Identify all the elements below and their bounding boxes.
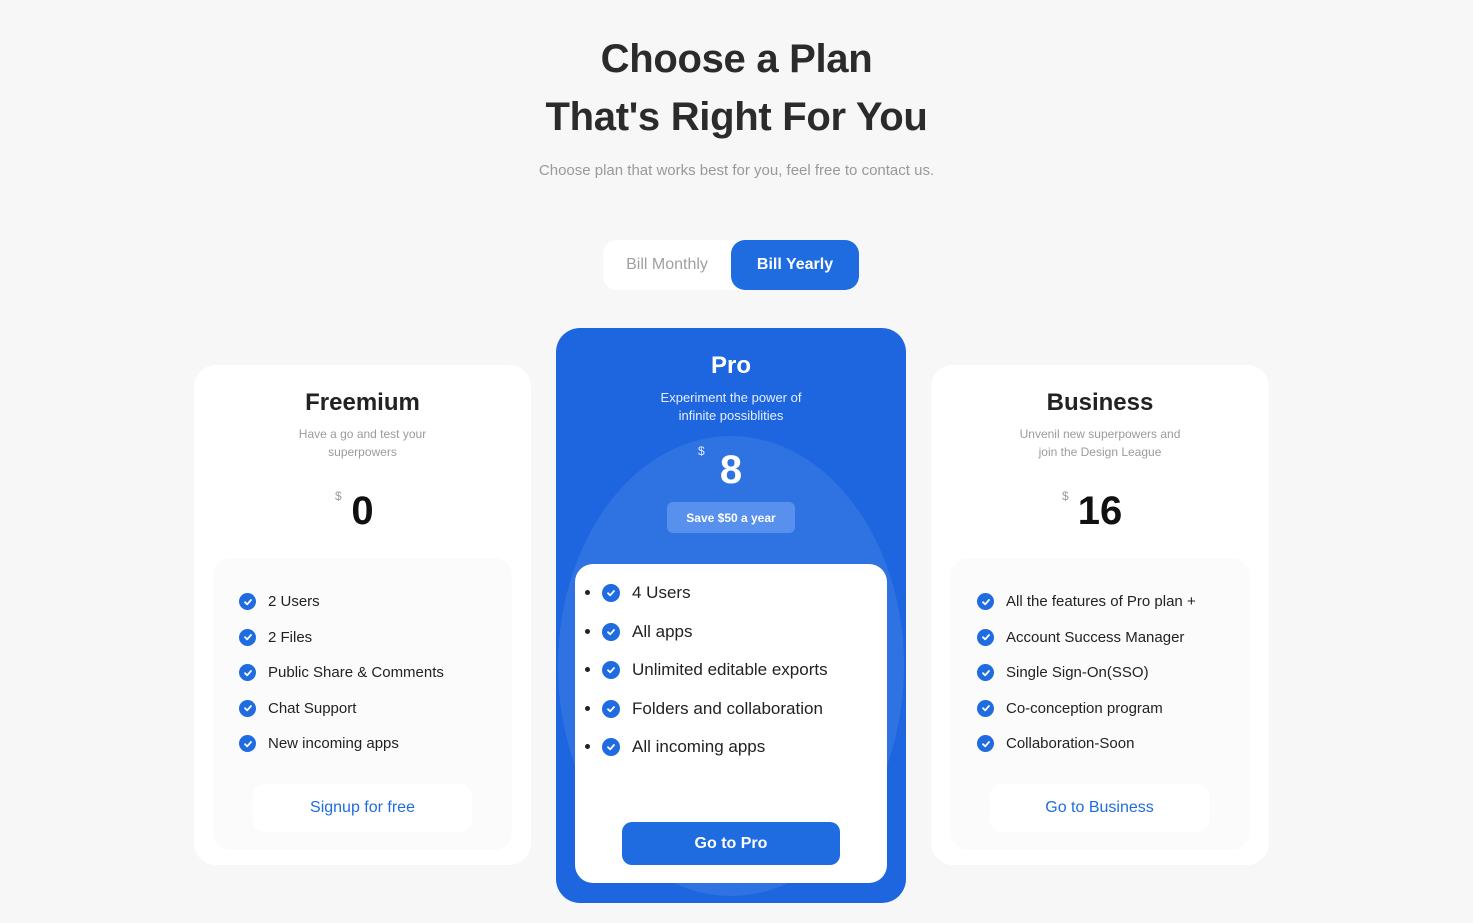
feature-item: Account Success Manager — [977, 620, 1196, 656]
plan-price: $ 16 — [931, 489, 1269, 534]
feature-item: 2 Users — [239, 584, 444, 620]
save-badge: Save $50 a year — [667, 502, 795, 533]
feature-text: All apps — [632, 621, 693, 641]
plan-description-line-1: Unvenil new superpowers and — [1019, 427, 1181, 441]
plan-description-line-2: superpowers — [328, 445, 397, 459]
check-circle-icon — [602, 738, 620, 756]
plan-description: Experiment the power of infinite possibl… — [556, 389, 906, 425]
feature-item: All incoming apps — [602, 737, 828, 776]
feature-item: New incoming apps — [239, 726, 444, 762]
feature-text: 4 Users — [632, 583, 691, 602]
price-amount: 0 — [351, 489, 374, 533]
currency-symbol: $ — [698, 444, 705, 458]
feature-text: All incoming apps — [632, 737, 766, 756]
feature-text: Collaboration-Soon — [1006, 735, 1135, 753]
go-to-business-button[interactable]: Go to Business — [990, 784, 1209, 832]
feature-item: Unlimited editable exports — [602, 660, 828, 699]
plan-name: Business — [1046, 389, 1154, 416]
check-circle-icon — [977, 699, 994, 717]
feature-item: All the features of Pro plan + — [977, 584, 1196, 620]
check-circle-icon — [239, 664, 256, 682]
bill-monthly-button[interactable]: Bill Monthly — [603, 240, 731, 290]
signup-free-button[interactable]: Signup for free — [253, 784, 472, 832]
price-amount: 16 — [1077, 489, 1123, 533]
feature-list: 4 Users All apps Unlimited editable expo… — [602, 583, 828, 776]
plan-description-line-1: Have a go and test your — [298, 427, 427, 441]
go-to-pro-button[interactable]: Go to Pro — [622, 822, 840, 865]
feature-item: Co-conception program — [977, 691, 1196, 727]
page-title-line-2: That's Right For You — [545, 95, 928, 139]
feature-text: Public Share & Comments — [268, 664, 444, 682]
check-circle-icon — [602, 584, 620, 602]
feature-item: 2 Files — [239, 620, 444, 656]
check-circle-icon — [977, 664, 994, 682]
plan-price: $ 8 — [556, 444, 906, 493]
check-circle-icon — [239, 735, 256, 753]
check-circle-icon — [239, 593, 256, 611]
feature-text: Single Sign-On(SSO) — [1006, 664, 1149, 682]
billing-toggle: Bill Monthly Bill Yearly — [603, 240, 859, 290]
plan-card-pro: Pro Experiment the power of infinite pos… — [556, 328, 906, 903]
feature-item: Collaboration-Soon — [977, 726, 1196, 762]
currency-symbol: $ — [335, 489, 342, 503]
currency-symbol: $ — [1062, 489, 1069, 503]
feature-item: Folders and collaboration — [602, 699, 828, 738]
feature-list-panel: All the features of Pro plan + Account S… — [950, 558, 1250, 850]
feature-item: All apps — [602, 622, 828, 661]
check-circle-icon — [977, 628, 994, 646]
bill-yearly-button[interactable]: Bill Yearly — [731, 240, 859, 290]
feature-item: 4 Users — [602, 583, 828, 622]
plan-description: Unvenil new superpowers and join the Des… — [931, 425, 1269, 461]
feature-list-panel: 4 Users All apps Unlimited editable expo… — [575, 564, 887, 883]
plan-description-line-2: infinite possiblities — [678, 408, 784, 423]
plan-price: $ 0 — [194, 489, 531, 534]
plan-name: Freemium — [305, 389, 420, 416]
plan-description-line-1: Experiment the power of — [660, 390, 802, 405]
feature-text: Unlimited editable exports — [632, 660, 828, 679]
plan-description: Have a go and test your superpowers — [194, 425, 531, 461]
feature-text: Folders and collaboration — [632, 698, 823, 718]
page-subtitle: Choose plan that works best for you, fee… — [538, 162, 935, 179]
feature-item: Single Sign-On(SSO) — [977, 655, 1196, 691]
feature-text: Co-conception program — [1006, 699, 1163, 717]
price-amount: 8 — [719, 448, 743, 492]
page-title-line-1: Choose a Plan — [600, 37, 873, 81]
plan-card-freemium: Freemium Have a go and test your superpo… — [194, 365, 531, 865]
plan-name: Pro — [710, 352, 751, 379]
check-circle-icon — [239, 628, 256, 646]
feature-text: Chat Support — [268, 699, 357, 717]
check-circle-icon — [602, 661, 620, 679]
feature-item: Public Share & Comments — [239, 655, 444, 691]
plan-description-line-2: join the Design League — [1038, 445, 1162, 459]
feature-text: New incoming apps — [268, 735, 399, 753]
check-circle-icon — [602, 622, 620, 641]
feature-text: 2 Files — [268, 628, 313, 646]
feature-text: 2 Users — [268, 593, 320, 611]
feature-list: 2 Users 2 Files Public Share & Comments … — [239, 584, 444, 762]
plan-card-business: Business Unvenil new superpowers and joi… — [931, 365, 1269, 865]
check-circle-icon — [977, 735, 994, 753]
feature-item: Chat Support — [239, 691, 444, 727]
feature-text: All the features of Pro plan + — [1006, 593, 1196, 611]
page-title: Choose a Plan That's Right For You — [0, 30, 1473, 146]
check-circle-icon — [602, 699, 620, 718]
check-circle-icon — [977, 593, 994, 611]
feature-list-panel: 2 Users 2 Files Public Share & Comments … — [213, 558, 512, 850]
feature-list: All the features of Pro plan + Account S… — [977, 584, 1196, 762]
feature-text: Account Success Manager — [1006, 628, 1185, 646]
check-circle-icon — [239, 699, 256, 717]
